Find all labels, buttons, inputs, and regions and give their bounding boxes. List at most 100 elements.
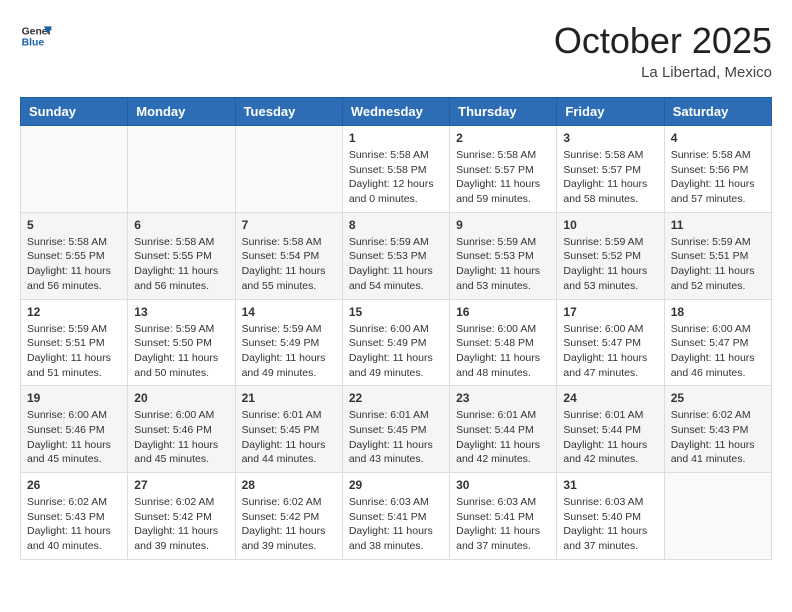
calendar-cell: 11 Sunrise: 5:59 AMSunset: 5:51 PMDayligh… (664, 212, 771, 299)
calendar-cell: 21 Sunrise: 6:01 AMSunset: 5:45 PMDayligh… (235, 386, 342, 473)
day-number: 31 (563, 478, 657, 492)
calendar-cell (128, 126, 235, 213)
calendar-cell: 24Sunrise: 6:01 AMSunset: 5:44 PMDayligh… (557, 386, 664, 473)
day-info: Sunrise: 5:59 AMSunset: 5:51 PMDaylight:… (671, 235, 765, 294)
day-info: Sunrise: 5:59 AMSunset: 5:49 PMDaylight:… (242, 322, 336, 381)
calendar-cell: 9Sunrise: 5:59 AMSunset: 5:53 PMDaylight… (450, 212, 557, 299)
day-info: Sunrise: 6:00 AMSunset: 5:46 PMDaylight:… (27, 408, 121, 467)
calendar-cell: 31 Sunrise: 6:03 AMSunset: 5:40 PMDayligh… (557, 473, 664, 560)
calendar-cell: 15 Sunrise: 6:00 AMSunset: 5:49 PMDayligh… (342, 299, 449, 386)
calendar-cell: 7Sunrise: 5:58 AMSunset: 5:54 PMDaylight… (235, 212, 342, 299)
day-info: Sunrise: 5:58 AMSunset: 5:57 PMDaylight:… (563, 148, 657, 207)
calendar-cell: 23 Sunrise: 6:01 AMSunset: 5:44 PMDayligh… (450, 386, 557, 473)
day-number: 16 (456, 305, 550, 319)
calendar-cell: 4Sunrise: 5:58 AMSunset: 5:56 PMDaylight… (664, 126, 771, 213)
calendar-cell: 14 Sunrise: 5:59 AMSunset: 5:49 PMDayligh… (235, 299, 342, 386)
header-saturday: Saturday (664, 98, 771, 126)
calendar-title: October 2025 (554, 20, 772, 62)
header-tuesday: Tuesday (235, 98, 342, 126)
calendar-cell (21, 126, 128, 213)
calendar-week-3: 12Sunrise: 5:59 AMSunset: 5:51 PMDayligh… (21, 299, 772, 386)
day-number: 3 (563, 131, 657, 145)
header-thursday: Thursday (450, 98, 557, 126)
day-number: 28 (242, 478, 336, 492)
day-info: Sunrise: 5:58 AMSunset: 5:58 PMDaylight:… (349, 148, 443, 207)
calendar-cell: 26 Sunrise: 6:02 AMSunset: 5:43 PMDayligh… (21, 473, 128, 560)
day-info: Sunrise: 6:00 AMSunset: 5:49 PMDaylight:… (349, 322, 443, 381)
calendar-subtitle: La Libertad, Mexico (554, 64, 772, 81)
calendar-cell: 13 Sunrise: 5:59 AMSunset: 5:50 PMDayligh… (128, 299, 235, 386)
day-info: Sunrise: 5:59 AMSunset: 5:53 PMDaylight:… (456, 235, 550, 294)
header-monday: Monday (128, 98, 235, 126)
day-info: Sunrise: 6:01 AMSunset: 5:45 PMDaylight:… (242, 408, 336, 467)
calendar-cell: 25 Sunrise: 6:02 AMSunset: 5:43 PMDayligh… (664, 386, 771, 473)
day-info: Sunrise: 6:00 AMSunset: 5:46 PMDaylight:… (134, 408, 228, 467)
calendar-table: Sunday Monday Tuesday Wednesday Thursday… (20, 97, 772, 560)
day-info: Sunrise: 6:01 AMSunset: 5:45 PMDaylight:… (349, 408, 443, 467)
calendar-cell: 17Sunrise: 6:00 AMSunset: 5:47 PMDayligh… (557, 299, 664, 386)
title-block: October 2025 La Libertad, Mexico (554, 20, 772, 81)
calendar-cell: 10 Sunrise: 5:59 AMSunset: 5:52 PMDayligh… (557, 212, 664, 299)
day-info: Sunrise: 5:58 AMSunset: 5:57 PMDaylight:… (456, 148, 550, 207)
day-number: 25 (671, 391, 765, 405)
calendar-cell: 16 Sunrise: 6:00 AMSunset: 5:48 PMDayligh… (450, 299, 557, 386)
day-info: Sunrise: 6:01 AMSunset: 5:44 PMDaylight:… (456, 408, 550, 467)
day-number: 20 (134, 391, 228, 405)
day-number: 6 (134, 218, 228, 232)
calendar-cell (664, 473, 771, 560)
day-info: Sunrise: 5:59 AMSunset: 5:52 PMDaylight:… (563, 235, 657, 294)
day-number: 14 (242, 305, 336, 319)
day-number: 15 (349, 305, 443, 319)
calendar-week-5: 26 Sunrise: 6:02 AMSunset: 5:43 PMDayligh… (21, 473, 772, 560)
calendar-week-4: 19Sunrise: 6:00 AMSunset: 5:46 PMDayligh… (21, 386, 772, 473)
day-info: Sunrise: 6:00 AMSunset: 5:48 PMDaylight:… (456, 322, 550, 381)
calendar-cell: 28Sunrise: 6:02 AMSunset: 5:42 PMDayligh… (235, 473, 342, 560)
day-info: Sunrise: 5:59 AMSunset: 5:53 PMDaylight:… (349, 235, 443, 294)
day-info: Sunrise: 6:00 AMSunset: 5:47 PMDaylight:… (671, 322, 765, 381)
day-info: Sunrise: 6:02 AMSunset: 5:43 PMDaylight:… (671, 408, 765, 467)
day-number: 13 (134, 305, 228, 319)
day-info: Sunrise: 6:03 AMSunset: 5:40 PMDaylight:… (563, 495, 657, 554)
day-number: 22 (349, 391, 443, 405)
calendar-cell: 6 Sunrise: 5:58 AMSunset: 5:55 PMDaylight… (128, 212, 235, 299)
day-info: Sunrise: 5:58 AMSunset: 5:55 PMDaylight:… (134, 235, 228, 294)
day-number: 10 (563, 218, 657, 232)
calendar-cell: 18 Sunrise: 6:00 AMSunset: 5:47 PMDayligh… (664, 299, 771, 386)
calendar-cell: 5 Sunrise: 5:58 AMSunset: 5:55 PMDaylight… (21, 212, 128, 299)
day-info: Sunrise: 5:59 AMSunset: 5:50 PMDaylight:… (134, 322, 228, 381)
calendar-cell: 19Sunrise: 6:00 AMSunset: 5:46 PMDayligh… (21, 386, 128, 473)
calendar-cell: 12Sunrise: 5:59 AMSunset: 5:51 PMDayligh… (21, 299, 128, 386)
calendar-cell: 20 Sunrise: 6:00 AMSunset: 5:46 PMDayligh… (128, 386, 235, 473)
calendar-cell: 29Sunrise: 6:03 AMSunset: 5:41 PMDayligh… (342, 473, 449, 560)
weekday-header-row: Sunday Monday Tuesday Wednesday Thursday… (21, 98, 772, 126)
day-number: 7 (242, 218, 336, 232)
calendar-cell (235, 126, 342, 213)
page-header: General Blue October 2025 La Libertad, M… (20, 20, 772, 81)
day-info: Sunrise: 6:02 AMSunset: 5:43 PMDaylight:… (27, 495, 121, 554)
day-number: 23 (456, 391, 550, 405)
calendar-cell: 27 Sunrise: 6:02 AMSunset: 5:42 PMDayligh… (128, 473, 235, 560)
calendar-cell: 2 Sunrise: 5:58 AMSunset: 5:57 PMDaylight… (450, 126, 557, 213)
calendar-cell: 1Sunrise: 5:58 AMSunset: 5:58 PMDaylight… (342, 126, 449, 213)
header-friday: Friday (557, 98, 664, 126)
calendar-week-2: 5 Sunrise: 5:58 AMSunset: 5:55 PMDaylight… (21, 212, 772, 299)
day-number: 2 (456, 131, 550, 145)
calendar-week-1: 1Sunrise: 5:58 AMSunset: 5:58 PMDaylight… (21, 126, 772, 213)
day-info: Sunrise: 6:01 AMSunset: 5:44 PMDaylight:… (563, 408, 657, 467)
calendar-cell: 30Sunrise: 6:03 AMSunset: 5:41 PMDayligh… (450, 473, 557, 560)
svg-text:Blue: Blue (22, 38, 45, 49)
day-number: 4 (671, 131, 765, 145)
day-number: 17 (563, 305, 657, 319)
day-number: 26 (27, 478, 121, 492)
day-number: 27 (134, 478, 228, 492)
day-info: Sunrise: 5:58 AMSunset: 5:55 PMDaylight:… (27, 235, 121, 294)
day-info: Sunrise: 5:59 AMSunset: 5:51 PMDaylight:… (27, 322, 121, 381)
day-number: 11 (671, 218, 765, 232)
day-info: Sunrise: 6:02 AMSunset: 5:42 PMDaylight:… (134, 495, 228, 554)
day-number: 5 (27, 218, 121, 232)
day-number: 21 (242, 391, 336, 405)
calendar-cell: 22 Sunrise: 6:01 AMSunset: 5:45 PMDayligh… (342, 386, 449, 473)
day-number: 18 (671, 305, 765, 319)
day-info: Sunrise: 6:03 AMSunset: 5:41 PMDaylight:… (456, 495, 550, 554)
day-number: 29 (349, 478, 443, 492)
